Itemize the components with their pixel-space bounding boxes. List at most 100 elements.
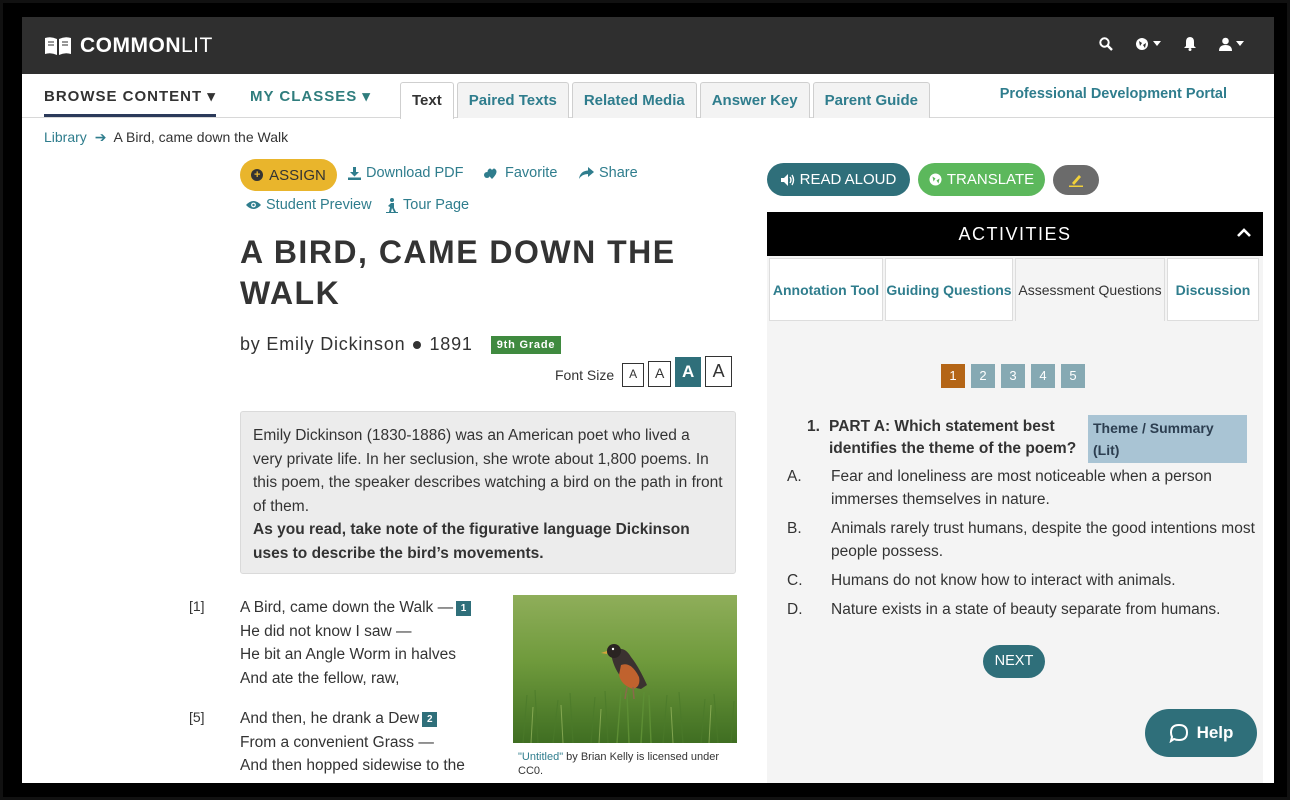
photo-title-link[interactable]: "Untitled"	[518, 751, 563, 763]
bell-icon[interactable]	[1183, 36, 1197, 51]
my-classes-menu[interactable]: MY CLASSES ▾	[250, 87, 371, 105]
window-frame: COMMON LIT BROWSE CONTENT ▾ MY CLASSES ▾ …	[0, 0, 1290, 800]
byline: by Emily Dickinson 1891 9th Grade	[240, 334, 562, 355]
translate-button[interactable]: TRANSLATE	[918, 163, 1045, 196]
question-pager: 1 2 3 4 5	[941, 364, 1085, 388]
share-icon	[579, 166, 594, 179]
question-text: PART A: Which statement best identifies …	[829, 418, 1077, 457]
chat-bubble-icon	[1169, 723, 1188, 743]
question-number: 1.	[807, 418, 820, 435]
tab-assessment-questions[interactable]: Assessment Questions	[1015, 258, 1165, 321]
globe-icon	[1136, 37, 1148, 50]
poem-line-text: A Bird, came down the Walk —	[240, 599, 454, 616]
help-button[interactable]: Help	[1145, 709, 1257, 757]
answer-letter: D.	[787, 601, 803, 618]
speaker-icon	[780, 173, 794, 186]
breadcrumb-current: A Bird, came down the Walk	[113, 129, 289, 145]
photo-caption: "Untitled" by Brian Kelly is licensed un…	[518, 750, 738, 778]
answer-choice-c[interactable]: C. Humans do not know how to interact wi…	[787, 569, 1257, 592]
assign-label: ASSIGN	[269, 166, 326, 184]
robin-photo	[513, 595, 737, 743]
page-button-2[interactable]: 2	[971, 364, 995, 388]
tour-page-label: Tour Page	[403, 197, 470, 213]
browse-content-menu[interactable]: BROWSE CONTENT ▾	[44, 74, 216, 117]
assign-button[interactable]: + ASSIGN	[240, 159, 337, 191]
globe-icon	[929, 173, 942, 186]
author: by Emily Dickinson	[240, 334, 406, 354]
answer-text: Humans do not know how to interact with …	[831, 572, 1176, 589]
answer-text: Nature exists in a state of beauty separ…	[831, 601, 1221, 618]
user-dropdown[interactable]	[1219, 36, 1244, 51]
intro-text: Emily Dickinson (1830-1886) was an Ameri…	[253, 427, 723, 515]
tab-answer-key[interactable]: Answer Key	[699, 82, 810, 118]
page-button-5[interactable]: 5	[1061, 364, 1085, 388]
line-number: [5]	[189, 709, 205, 725]
page-button-1[interactable]: 1	[941, 364, 965, 388]
answer-choice-a[interactable]: A. Fear and loneliness are most noticeab…	[787, 465, 1257, 511]
arrow-right-icon: ➔	[94, 129, 107, 145]
walking-person-icon	[386, 197, 398, 213]
favorite-icon	[484, 168, 497, 179]
commonlit-logo[interactable]: COMMON LIT	[44, 34, 213, 58]
tab-parent-guide[interactable]: Parent Guide	[812, 82, 930, 118]
breadcrumb-library[interactable]: Library	[44, 129, 87, 145]
answer-choices: A. Fear and loneliness are most noticeab…	[787, 465, 1257, 627]
answer-choice-b[interactable]: B. Animals rarely trust humans, despite …	[787, 517, 1257, 563]
footnote-2[interactable]: 2	[422, 712, 438, 727]
stanza-2: And then, he drank a Dew 2 From a conveni…	[240, 707, 465, 778]
stanza-1: A Bird, came down the Walk —1 He did not…	[240, 596, 472, 690]
bullet-separator	[413, 340, 422, 349]
publication-year: 1891	[429, 334, 473, 354]
chevron-down-icon	[1236, 40, 1244, 46]
poem-line-text: And then, he drank a Dew	[240, 710, 420, 727]
tab-guiding-questions[interactable]: Guiding Questions	[885, 258, 1013, 321]
page-button-4[interactable]: 4	[1031, 364, 1055, 388]
font-size-xlarge-button[interactable]: A	[705, 356, 733, 387]
tab-related-media[interactable]: Related Media	[571, 82, 697, 118]
answer-choice-d[interactable]: D. Nature exists in a state of beauty se…	[787, 598, 1257, 621]
globe-dropdown[interactable]	[1135, 36, 1161, 51]
download-pdf-label: Download PDF	[366, 165, 464, 181]
tab-discussion[interactable]: Discussion	[1167, 258, 1259, 321]
grade-badge: 9th Grade	[490, 335, 562, 354]
answer-letter: A.	[787, 468, 802, 485]
read-aloud-label: READ ALOUD	[799, 171, 897, 188]
translate-label: TRANSLATE	[946, 171, 1035, 188]
tab-paired-texts[interactable]: Paired Texts	[456, 82, 569, 118]
footnote-1[interactable]: 1	[456, 601, 472, 616]
font-size-small-button[interactable]: A	[622, 363, 645, 387]
chevron-down-icon	[1153, 40, 1161, 46]
nav-bar: BROWSE CONTENT ▾ MY CLASSES ▾ Text Paire…	[22, 74, 1274, 119]
activities-title: ACTIVITIES	[958, 224, 1072, 244]
poem-line: And ate the fellow, raw,	[240, 669, 400, 687]
text-introduction: Emily Dickinson (1830-1886) was an Ameri…	[240, 411, 736, 574]
tour-page-link[interactable]: Tour Page	[386, 197, 469, 213]
download-pdf-link[interactable]: Download PDF	[348, 165, 464, 181]
search-icon[interactable]	[1099, 36, 1113, 51]
help-label: Help	[1196, 723, 1234, 742]
student-preview-link[interactable]: Student Preview	[246, 197, 372, 213]
book-icon	[45, 37, 71, 55]
favorite-link[interactable]: Favorite	[483, 165, 557, 181]
poem-line: From a convenient Grass —	[240, 733, 434, 751]
chevron-up-icon[interactable]	[1237, 212, 1251, 256]
highlighter-button[interactable]	[1053, 165, 1099, 195]
tab-annotation-tool[interactable]: Annotation Tool	[769, 258, 883, 321]
tab-text[interactable]: Text	[400, 82, 454, 119]
poem-line: And then, he drank a Dew 2	[240, 707, 465, 731]
page-button-3[interactable]: 3	[1001, 364, 1025, 388]
font-size-control: Font Size A A A A	[555, 356, 733, 387]
plus-circle-icon: +	[251, 169, 264, 181]
read-aloud-button[interactable]: READ ALOUD	[767, 163, 910, 196]
poem-line: And then hopped sidewise to the	[240, 757, 465, 774]
student-preview-label: Student Preview	[266, 197, 372, 213]
eye-icon	[246, 201, 261, 209]
activities-header[interactable]: ACTIVITIES	[767, 212, 1263, 256]
next-button[interactable]: NEXT	[983, 645, 1045, 678]
font-size-medium-button[interactable]: A	[648, 361, 672, 387]
share-link[interactable]: Share	[579, 165, 638, 181]
app-window: COMMON LIT BROWSE CONTENT ▾ MY CLASSES ▾ …	[22, 17, 1274, 783]
professional-development-link[interactable]: Professional Development Portal	[1000, 86, 1227, 102]
top-icons	[1099, 36, 1244, 51]
font-size-large-button[interactable]: A	[675, 357, 702, 387]
